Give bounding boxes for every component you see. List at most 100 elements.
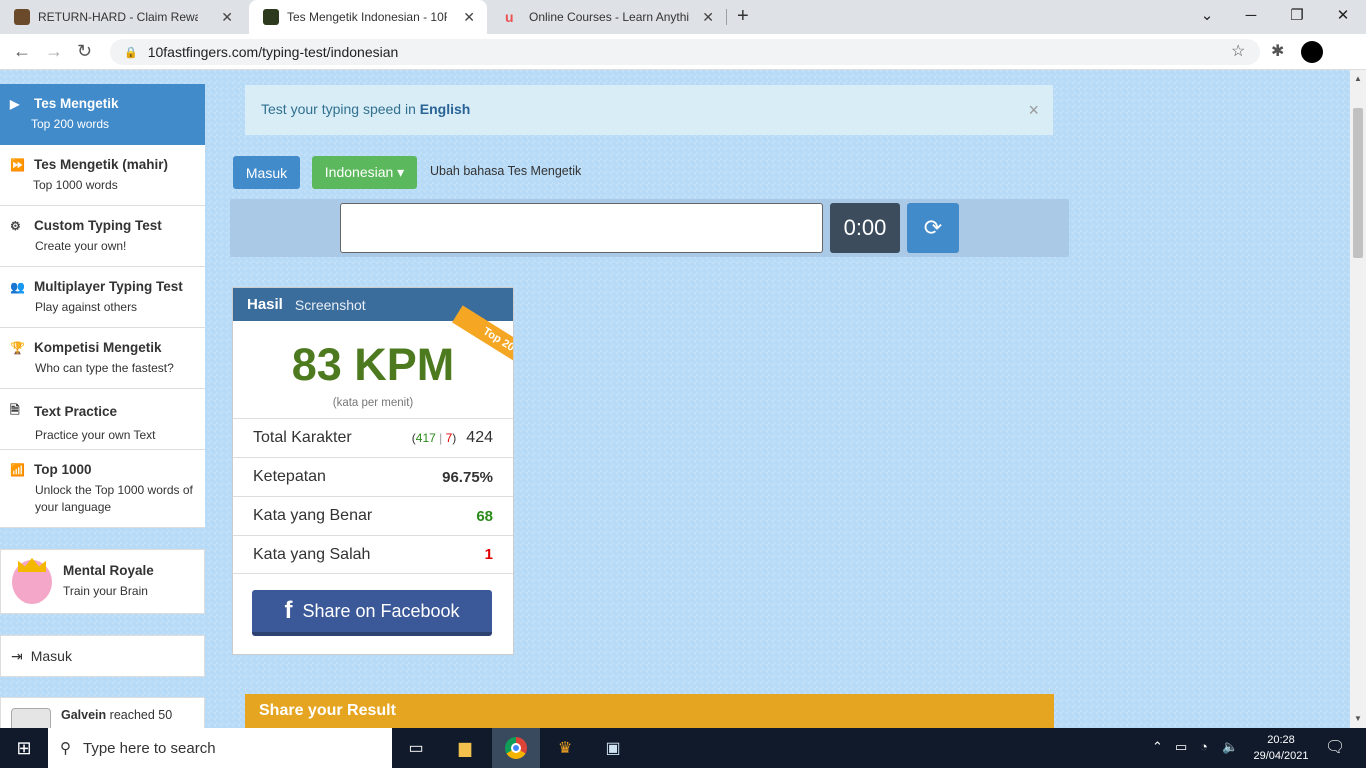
volume-icon[interactable]: 🔈 bbox=[1222, 739, 1238, 755]
forward-icon[interactable]: → bbox=[45, 41, 63, 62]
result-row-ketepatan: Ketepatan 96.75% bbox=[233, 457, 513, 496]
sidebar-item-title: Tes Mengetik (mahir) bbox=[34, 157, 169, 172]
browser-tab[interactable]: RETURN-HARD - Claim Reward D ✕ bbox=[0, 0, 245, 34]
close-icon[interactable]: × bbox=[1028, 100, 1039, 121]
typing-input[interactable] bbox=[340, 203, 823, 253]
login-button[interactable]: Masuk bbox=[233, 156, 300, 189]
task-view-icon[interactable]: ▭ bbox=[392, 728, 440, 768]
tab-title: Online Courses - Learn Anything bbox=[529, 10, 689, 24]
typing-area: 0:00 ⟳ bbox=[230, 199, 1069, 257]
scroll-up-icon[interactable]: ▲ bbox=[1354, 74, 1362, 83]
sidebar-item-subtitle: Play against others bbox=[35, 300, 138, 314]
extensions-icon[interactable]: ✱ bbox=[1271, 41, 1284, 61]
url-text: 10fastfingers.com/typing-test/indonesian bbox=[147, 44, 399, 60]
reload-page-icon[interactable]: ↻ bbox=[77, 41, 92, 62]
back-icon[interactable]: ← bbox=[13, 41, 31, 62]
sidebar-item-title: Tes Mengetik bbox=[34, 96, 119, 111]
total-chars: 424 bbox=[466, 429, 493, 446]
sidebar-item-tes-mengetik[interactable]: ▶ Tes Mengetik Top 200 words bbox=[0, 84, 205, 145]
result-row-kata-salah: Kata yang Salah 1 bbox=[233, 535, 513, 574]
search-placeholder: Type here to search bbox=[83, 739, 216, 757]
page-scrollbar[interactable]: ▲ ▼ bbox=[1350, 70, 1366, 728]
app-taskbar-icon[interactable]: ▣ bbox=[589, 728, 637, 768]
browser-tab-active[interactable]: Tes Mengetik Indonesian - 10Fas ✕ bbox=[249, 0, 487, 34]
sidebar-item-tes-mengetik-mahir[interactable]: ⏩ Tes Mengetik (mahir) Top 1000 words bbox=[0, 145, 205, 206]
wifi-icon[interactable]: ◔ bbox=[1200, 739, 1208, 754]
windows-start-icon[interactable]: ⊞ bbox=[0, 728, 48, 768]
activity-user[interactable]: Galvein bbox=[61, 708, 106, 722]
sidebar-item-subtitle: Top 1000 words bbox=[33, 178, 118, 192]
activity-text: reached 50 bbox=[109, 708, 173, 722]
close-tab-icon[interactable]: ✕ bbox=[702, 9, 714, 26]
change-language-label: Ubah bahasa Tes Mengetik bbox=[430, 164, 582, 178]
mental-royale-card[interactable]: Mental Royale Train your Brain bbox=[0, 549, 205, 614]
sidebar-item-subtitle: Who can type the fastest? bbox=[35, 361, 174, 375]
maximize-button[interactable]: ❐ bbox=[1274, 0, 1320, 30]
sign-in-icon: ⇥ bbox=[11, 647, 23, 664]
sidebar-item-subtitle: Create your own! bbox=[35, 239, 127, 253]
chrome-taskbar-icon[interactable] bbox=[492, 728, 540, 768]
kpm-subtitle: (kata per menit) bbox=[332, 397, 414, 409]
wrong-chars: 7 bbox=[445, 431, 453, 445]
banner-text: Test your typing speed in bbox=[261, 101, 416, 117]
sidebar-item-kompetisi[interactable]: 🏆 Kompetisi Mengetik Who can type the fas… bbox=[0, 328, 205, 389]
new-tab-button[interactable]: + bbox=[737, 5, 749, 28]
file-explorer-icon[interactable]: ▆ bbox=[441, 728, 489, 768]
fast-forward-icon: ⏩ bbox=[10, 157, 25, 172]
refresh-icon[interactable]: ⟳ bbox=[907, 203, 959, 253]
result-row-total-karakter: Total Karakter (417 | 7) 424 bbox=[233, 418, 513, 457]
notifications-icon[interactable]: 🗨 bbox=[1325, 737, 1345, 757]
sidebar-item-text-practice[interactable]: 🗎 Text Practice Practice your own Text bbox=[0, 389, 205, 450]
taskbar-clock[interactable]: 20:28 29/04/2021 bbox=[1248, 732, 1314, 764]
user-avatar bbox=[11, 708, 51, 728]
favicon-icon bbox=[14, 9, 30, 25]
result-row-kata-benar: Kata yang Benar 68 bbox=[233, 496, 513, 535]
close-tab-icon[interactable]: ✕ bbox=[463, 9, 475, 26]
sidebar-item-multiplayer[interactable]: 👥 Multiplayer Typing Test Play against ot… bbox=[0, 267, 205, 328]
taskbar-search[interactable]: ⚲ Type here to search bbox=[48, 728, 392, 768]
timer: 0:00 bbox=[830, 203, 900, 253]
cogs-icon: ⚙ bbox=[10, 218, 21, 233]
wrong-words-value: 1 bbox=[484, 546, 493, 563]
row-label: Kata yang Benar bbox=[253, 507, 373, 524]
browser-tab-strip: RETURN-HARD - Claim Reward D ✕ Tes Menge… bbox=[0, 0, 1366, 34]
favicon-icon bbox=[263, 9, 279, 25]
battery-icon[interactable]: ▭ bbox=[1175, 739, 1187, 755]
row-label: Total Karakter bbox=[253, 429, 352, 446]
sidebar-nav: ▶ Tes Mengetik Top 200 words ⏩ Tes Mengeti… bbox=[0, 84, 205, 528]
language-dropdown[interactable]: Indonesian ▾ bbox=[312, 156, 417, 189]
share-facebook-button[interactable]: f Share on Facebook bbox=[252, 590, 492, 636]
mental-royale-title: Mental Royale bbox=[63, 563, 154, 578]
sidebar-item-top-1000[interactable]: 📶 Top 1000 Unlock the Top 1000 words of y… bbox=[0, 450, 205, 528]
url-bar[interactable]: 🔒 10fastfingers.com/typing-test/indonesi… bbox=[110, 39, 1260, 65]
banner-language-link[interactable]: English bbox=[420, 101, 471, 117]
bookmark-star-icon[interactable]: ☆ bbox=[1231, 41, 1245, 61]
profile-avatar[interactable] bbox=[1301, 41, 1323, 63]
scroll-down-icon[interactable]: ▼ bbox=[1354, 714, 1362, 723]
sidebar-item-subtitle: Practice your own Text bbox=[35, 428, 156, 442]
minimize-button[interactable]: ─ bbox=[1228, 0, 1274, 30]
correct-words-value: 68 bbox=[476, 507, 493, 525]
login-link[interactable]: ⇥ Masuk bbox=[0, 635, 205, 677]
facebook-label: Share on Facebook bbox=[302, 600, 460, 621]
facebook-icon: f bbox=[284, 597, 293, 624]
search-icon: ⚲ bbox=[60, 740, 71, 757]
sidebar-item-title: Kompetisi Mengetik bbox=[34, 340, 162, 355]
sidebar-item-custom-typing-test[interactable]: ⚙ Custom Typing Test Create your own! bbox=[0, 206, 205, 267]
close-window-button[interactable]: ✕ bbox=[1320, 0, 1366, 30]
accuracy-value: 96.75% bbox=[442, 468, 493, 486]
separator: | bbox=[439, 431, 443, 445]
clock-time: 20:28 bbox=[1267, 734, 1295, 746]
tab-divider bbox=[726, 9, 727, 25]
game-taskbar-icon[interactable]: ♛ bbox=[541, 728, 589, 768]
sidebar-item-title: Custom Typing Test bbox=[34, 218, 162, 233]
tab-search-icon[interactable]: ⌄ bbox=[1184, 0, 1230, 30]
scrollbar-thumb[interactable] bbox=[1353, 108, 1363, 258]
tray-chevron-icon[interactable]: ⌃ bbox=[1152, 739, 1163, 755]
trophy-icon: 🏆 bbox=[10, 340, 25, 355]
browser-tab[interactable]: u Online Courses - Learn Anything ✕ bbox=[491, 0, 726, 34]
close-tab-icon[interactable]: ✕ bbox=[221, 9, 233, 26]
users-icon: 👥 bbox=[10, 279, 25, 294]
sidebar-item-title: Text Practice bbox=[34, 404, 118, 419]
screenshot-link[interactable]: Screenshot bbox=[295, 297, 366, 313]
